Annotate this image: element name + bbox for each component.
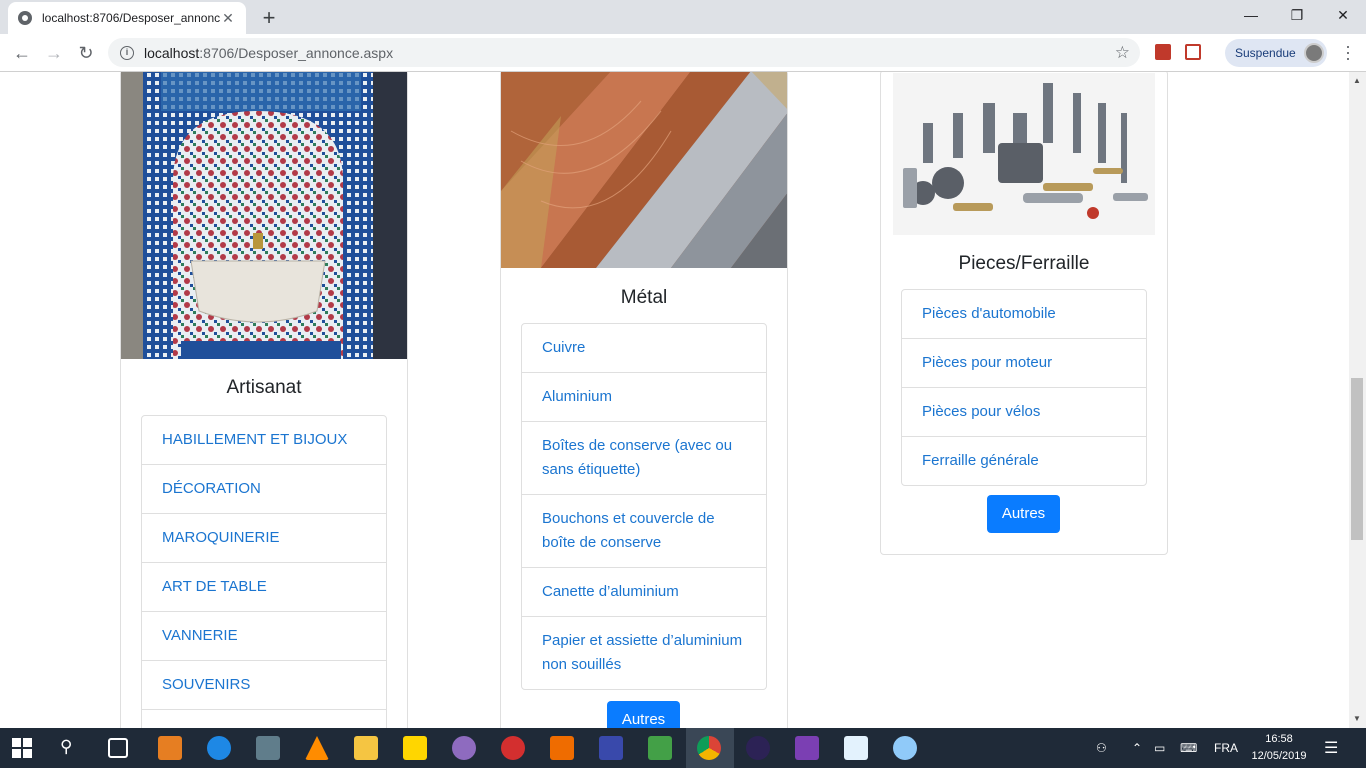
sticky-notes-icon[interactable] — [403, 736, 427, 760]
paint-3d-icon[interactable] — [893, 736, 917, 760]
list-item[interactable]: MAROQUINERIE — [142, 514, 386, 563]
category-list: HABILLEMENT ET BIJOUX DÉCORATION MAROQUI… — [141, 415, 387, 728]
category-list: Cuivre Aluminium Boîtes de conserve (ave… — [521, 323, 767, 690]
profile-label: Suspendue — [1235, 46, 1296, 60]
address-bar[interactable]: i localhost :8706/Desposer_annonce.aspx … — [108, 38, 1140, 67]
photos-icon[interactable] — [844, 736, 868, 760]
clock-date: 12/05/2019 — [1251, 750, 1307, 762]
new-tab-button[interactable]: + — [256, 5, 282, 31]
file-explorer-icon[interactable] — [354, 736, 378, 760]
category-card-metal: Métal Cuivre Aluminium Boîtes de conserv… — [500, 72, 788, 728]
back-arrow-icon[interactable]: ← — [10, 41, 34, 65]
avatar — [1303, 43, 1324, 63]
list-item[interactable]: Cuivre — [522, 324, 766, 373]
opera-icon[interactable] — [501, 736, 525, 760]
list-item[interactable]: Boîtes de conserve (avec ou sans étiquet… — [522, 422, 766, 495]
list-item[interactable]: ART DE TABLE — [142, 563, 386, 612]
list-item[interactable]: Aluminium — [522, 373, 766, 422]
list-item[interactable]: Bouchons et couvercle de boîte de conser… — [522, 495, 766, 568]
scroll-up-icon[interactable]: ▲ — [1353, 76, 1361, 85]
people-icon[interactable]: ⚇ — [1096, 728, 1107, 768]
tools-app-icon[interactable] — [256, 736, 280, 760]
language-indicator[interactable]: FRA — [1214, 728, 1238, 768]
vlc-icon[interactable] — [305, 736, 329, 760]
clock[interactable]: 16:58 12/05/2019 — [1244, 731, 1314, 765]
search-icon[interactable]: ⚲ — [60, 737, 84, 761]
list-item[interactable]: HABILLEMENT ET BIJOUX — [142, 416, 386, 465]
windows-start-icon[interactable] — [12, 738, 32, 758]
bookmark-star-icon[interactable]: ☆ — [1115, 43, 1130, 63]
card-title: Pieces/Ferraille — [958, 253, 1090, 274]
category-card-artisanat: Artisanat HABILLEMENT ET BIJOUX DÉCORATI… — [120, 72, 408, 728]
tab-strip: localhost:8706/Desposer_annonce.aspx ✕ +… — [0, 0, 1366, 34]
sublime-icon[interactable] — [550, 736, 574, 760]
close-tab-icon[interactable]: ✕ — [220, 10, 236, 27]
globe-icon — [18, 11, 32, 25]
eclipse-icon[interactable] — [746, 736, 770, 760]
list-item[interactable]: Pièces pour vélos — [902, 388, 1146, 437]
pieces-image — [893, 73, 1155, 235]
info-icon[interactable]: i — [120, 45, 134, 60]
category-card-pieces: Pieces/Ferraille Pièces d'automobile Piè… — [880, 72, 1168, 555]
list-item[interactable]: Pièces d'automobile — [902, 290, 1146, 339]
card-title: Métal — [620, 287, 668, 308]
list-item[interactable]: SOUVENIRS — [142, 661, 386, 710]
clock-time: 16:58 — [1265, 733, 1293, 745]
scroll-down-icon[interactable]: ▼ — [1353, 714, 1361, 723]
media-player-icon[interactable] — [158, 736, 182, 760]
metal-image — [501, 72, 787, 268]
visual-studio-icon[interactable] — [795, 736, 819, 760]
chevron-up-icon[interactable]: ⌃ — [1132, 728, 1142, 768]
browser-toolbar: ← → ↻ i localhost :8706/Desposer_annonce… — [0, 34, 1366, 72]
list-item[interactable]: Papier et assiette d’aluminium non souil… — [522, 617, 766, 689]
list-item[interactable]: Pièces pour moteur — [902, 339, 1146, 388]
card-title: Artisanat — [226, 377, 302, 398]
forward-arrow-icon[interactable]: → — [42, 41, 66, 65]
autres-button[interactable]: Autres — [987, 495, 1060, 533]
page-viewport: Artisanat HABILLEMENT ET BIJOUX DÉCORATI… — [0, 72, 1349, 728]
windows-taskbar: ⚲ ⚇ ⌃ ▭ ⌨ FRA 16:58 12/05/2019 ☰ — [0, 728, 1366, 768]
url-path: :8706/Desposer_annonce.aspx — [199, 44, 394, 61]
page-scrollbar[interactable]: ▲ ▼ — [1349, 72, 1366, 728]
keyboard-icon[interactable]: ⌨ — [1180, 728, 1197, 768]
task-view-icon[interactable] — [108, 738, 128, 758]
autres-button[interactable]: Autres — [607, 701, 680, 728]
chrome-icon[interactable] — [697, 736, 721, 760]
menu-dots-icon[interactable]: · · · — [1340, 37, 1356, 67]
xampp-icon[interactable] — [599, 736, 623, 760]
git-icon[interactable] — [648, 736, 672, 760]
battery-icon[interactable]: ▭ — [1154, 728, 1165, 768]
list-item[interactable]: Canette d’aluminium — [522, 568, 766, 617]
notifications-icon[interactable]: ☰ — [1324, 728, 1338, 768]
list-item[interactable]: VANNERIE — [142, 612, 386, 661]
pdf-extension-icon[interactable] — [1155, 44, 1171, 60]
list-item[interactable] — [142, 710, 386, 728]
reload-icon[interactable]: ↻ — [74, 41, 98, 65]
close-window-button[interactable]: ✕ — [1320, 0, 1366, 30]
restore-window-button[interactable]: ❐ — [1274, 0, 1320, 30]
list-item[interactable]: DÉCORATION — [142, 465, 386, 514]
profile-button[interactable]: Suspendue — [1225, 39, 1327, 67]
artisanat-image — [121, 72, 407, 359]
scrollbar-thumb[interactable] — [1351, 378, 1363, 540]
edge-icon[interactable] — [207, 736, 231, 760]
paint-icon[interactable] — [452, 736, 476, 760]
url-host: localhost — [144, 44, 200, 61]
category-list: Pièces d'automobile Pièces pour moteur P… — [901, 289, 1147, 486]
pocket-extension-icon[interactable] — [1185, 44, 1201, 60]
list-item[interactable]: Ferraille générale — [902, 437, 1146, 485]
browser-tab[interactable]: localhost:8706/Desposer_annonce.aspx ✕ — [8, 2, 246, 34]
tab-title: localhost:8706/Desposer_annonce.aspx — [42, 11, 220, 25]
